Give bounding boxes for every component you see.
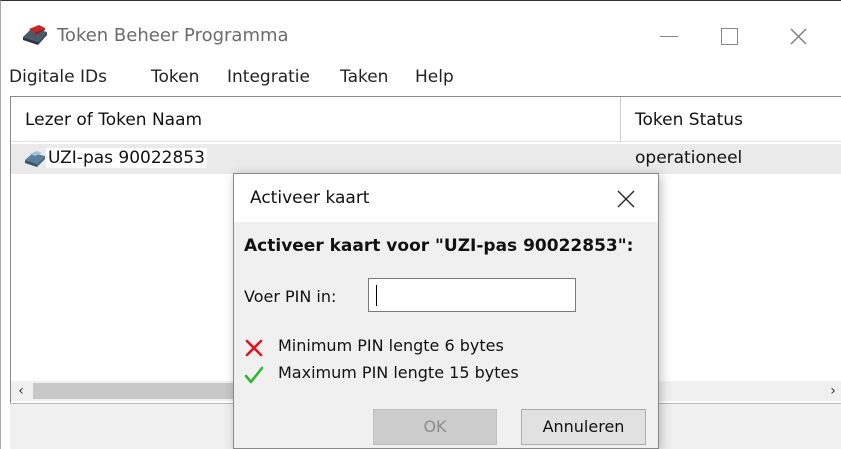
minimize-button[interactable] [646,19,692,53]
column-header-name-label: Lezer of Token Naam [25,110,203,130]
maximize-button[interactable] [706,19,752,53]
dialog-title: Activeer kaart [250,188,370,208]
smartcard-reader-icon [25,151,45,167]
ok-button[interactable]: OK [373,409,497,445]
chevron-right-icon: › [830,383,836,399]
chevron-left-icon: ‹ [18,383,24,399]
column-header-status-label: Token Status [635,110,743,130]
activate-card-dialog: Activeer kaart Activeer kaart voor "UZI-… [233,173,659,449]
menu-help[interactable]: Help [415,67,454,87]
pin-rule-maximum-text: Maximum PIN lengte 15 bytes [278,363,519,382]
scroll-right-button[interactable]: › [823,381,841,401]
red-cross-icon [245,339,263,357]
green-check-icon [244,366,264,384]
dialog-close-button[interactable] [614,188,638,212]
title-bar[interactable]: Token Beheer Programma [1,1,841,59]
menu-digitale-ids[interactable]: Digitale IDs [9,67,107,87]
column-header-status[interactable]: Token Status [621,97,841,142]
close-icon [790,28,807,45]
cancel-button[interactable]: Annuleren [521,409,646,445]
token-reader-icon [23,25,47,45]
pin-input[interactable] [368,278,576,312]
close-button[interactable] [776,19,822,53]
table-row[interactable]: UZI-pas 90022853 operationeel [11,144,841,174]
menu-integratie[interactable]: Integratie [227,67,310,87]
token-status: operationeel [635,148,743,168]
dialog-title-bar[interactable]: Activeer kaart [234,174,658,222]
text-caret [376,285,377,306]
scroll-left-button[interactable]: ‹ [11,381,31,401]
menu-taken[interactable]: Taken [340,67,388,87]
menu-bar: Digitale IDs Token Integratie Taken Help [1,61,841,95]
pin-label: Voer PIN in: [244,287,337,306]
window-title: Token Beheer Programma [57,25,289,46]
column-header-name[interactable]: Lezer of Token Naam [11,97,621,142]
menu-token[interactable]: Token [151,67,199,87]
pin-rule-minimum-text: Minimum PIN lengte 6 bytes [278,336,504,355]
close-icon [617,190,635,208]
scroll-thumb[interactable] [33,383,243,399]
dialog-heading: Activeer kaart voor "UZI-pas 90022853": [244,236,634,256]
token-name: UZI-pas 90022853 [46,148,207,168]
